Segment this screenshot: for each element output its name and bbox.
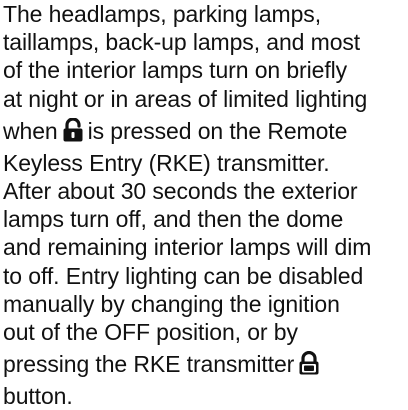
text-line-5: when is pressed on the Remote	[3, 113, 407, 149]
text-line-12: out of the OFF position, or by	[3, 318, 298, 345]
text-line-13-before: pressing the RKE transmitter	[3, 351, 295, 378]
text-line-14: button.	[3, 383, 73, 410]
text-line-5-after: is pressed on the Remote	[87, 117, 348, 144]
text-line-6: Keyless Entry (RKE) transmitter.	[3, 149, 330, 176]
text-line-13: pressing the RKE transmitter	[3, 346, 407, 382]
text-line-3: of the interior lamps turn on briefly	[3, 57, 348, 84]
text-line-7: After about 30 seconds the exterior	[3, 177, 358, 204]
text-line-8: lamps turn off, and then the dome	[3, 206, 344, 233]
text-line-1: The headlamps, parking lamps,	[3, 1, 321, 27]
owner-manual-paragraph: The headlamps, parking lamps, taillamps,…	[3, 0, 407, 410]
text-line-2: taillamps, back-up lamps, and most	[3, 29, 361, 56]
text-line-10: to off. Entry lighting can be disabled	[3, 262, 364, 289]
text-line-4: at night or in areas of limited lighting	[3, 85, 368, 112]
text-line-5-before: when	[3, 117, 58, 144]
lock-padlock-icon	[298, 351, 320, 375]
unlock-padlock-icon	[62, 117, 84, 142]
text-line-9: and remaining interior lamps will dim	[3, 234, 372, 261]
text-line-11: manually by changing the ignition	[3, 290, 340, 317]
